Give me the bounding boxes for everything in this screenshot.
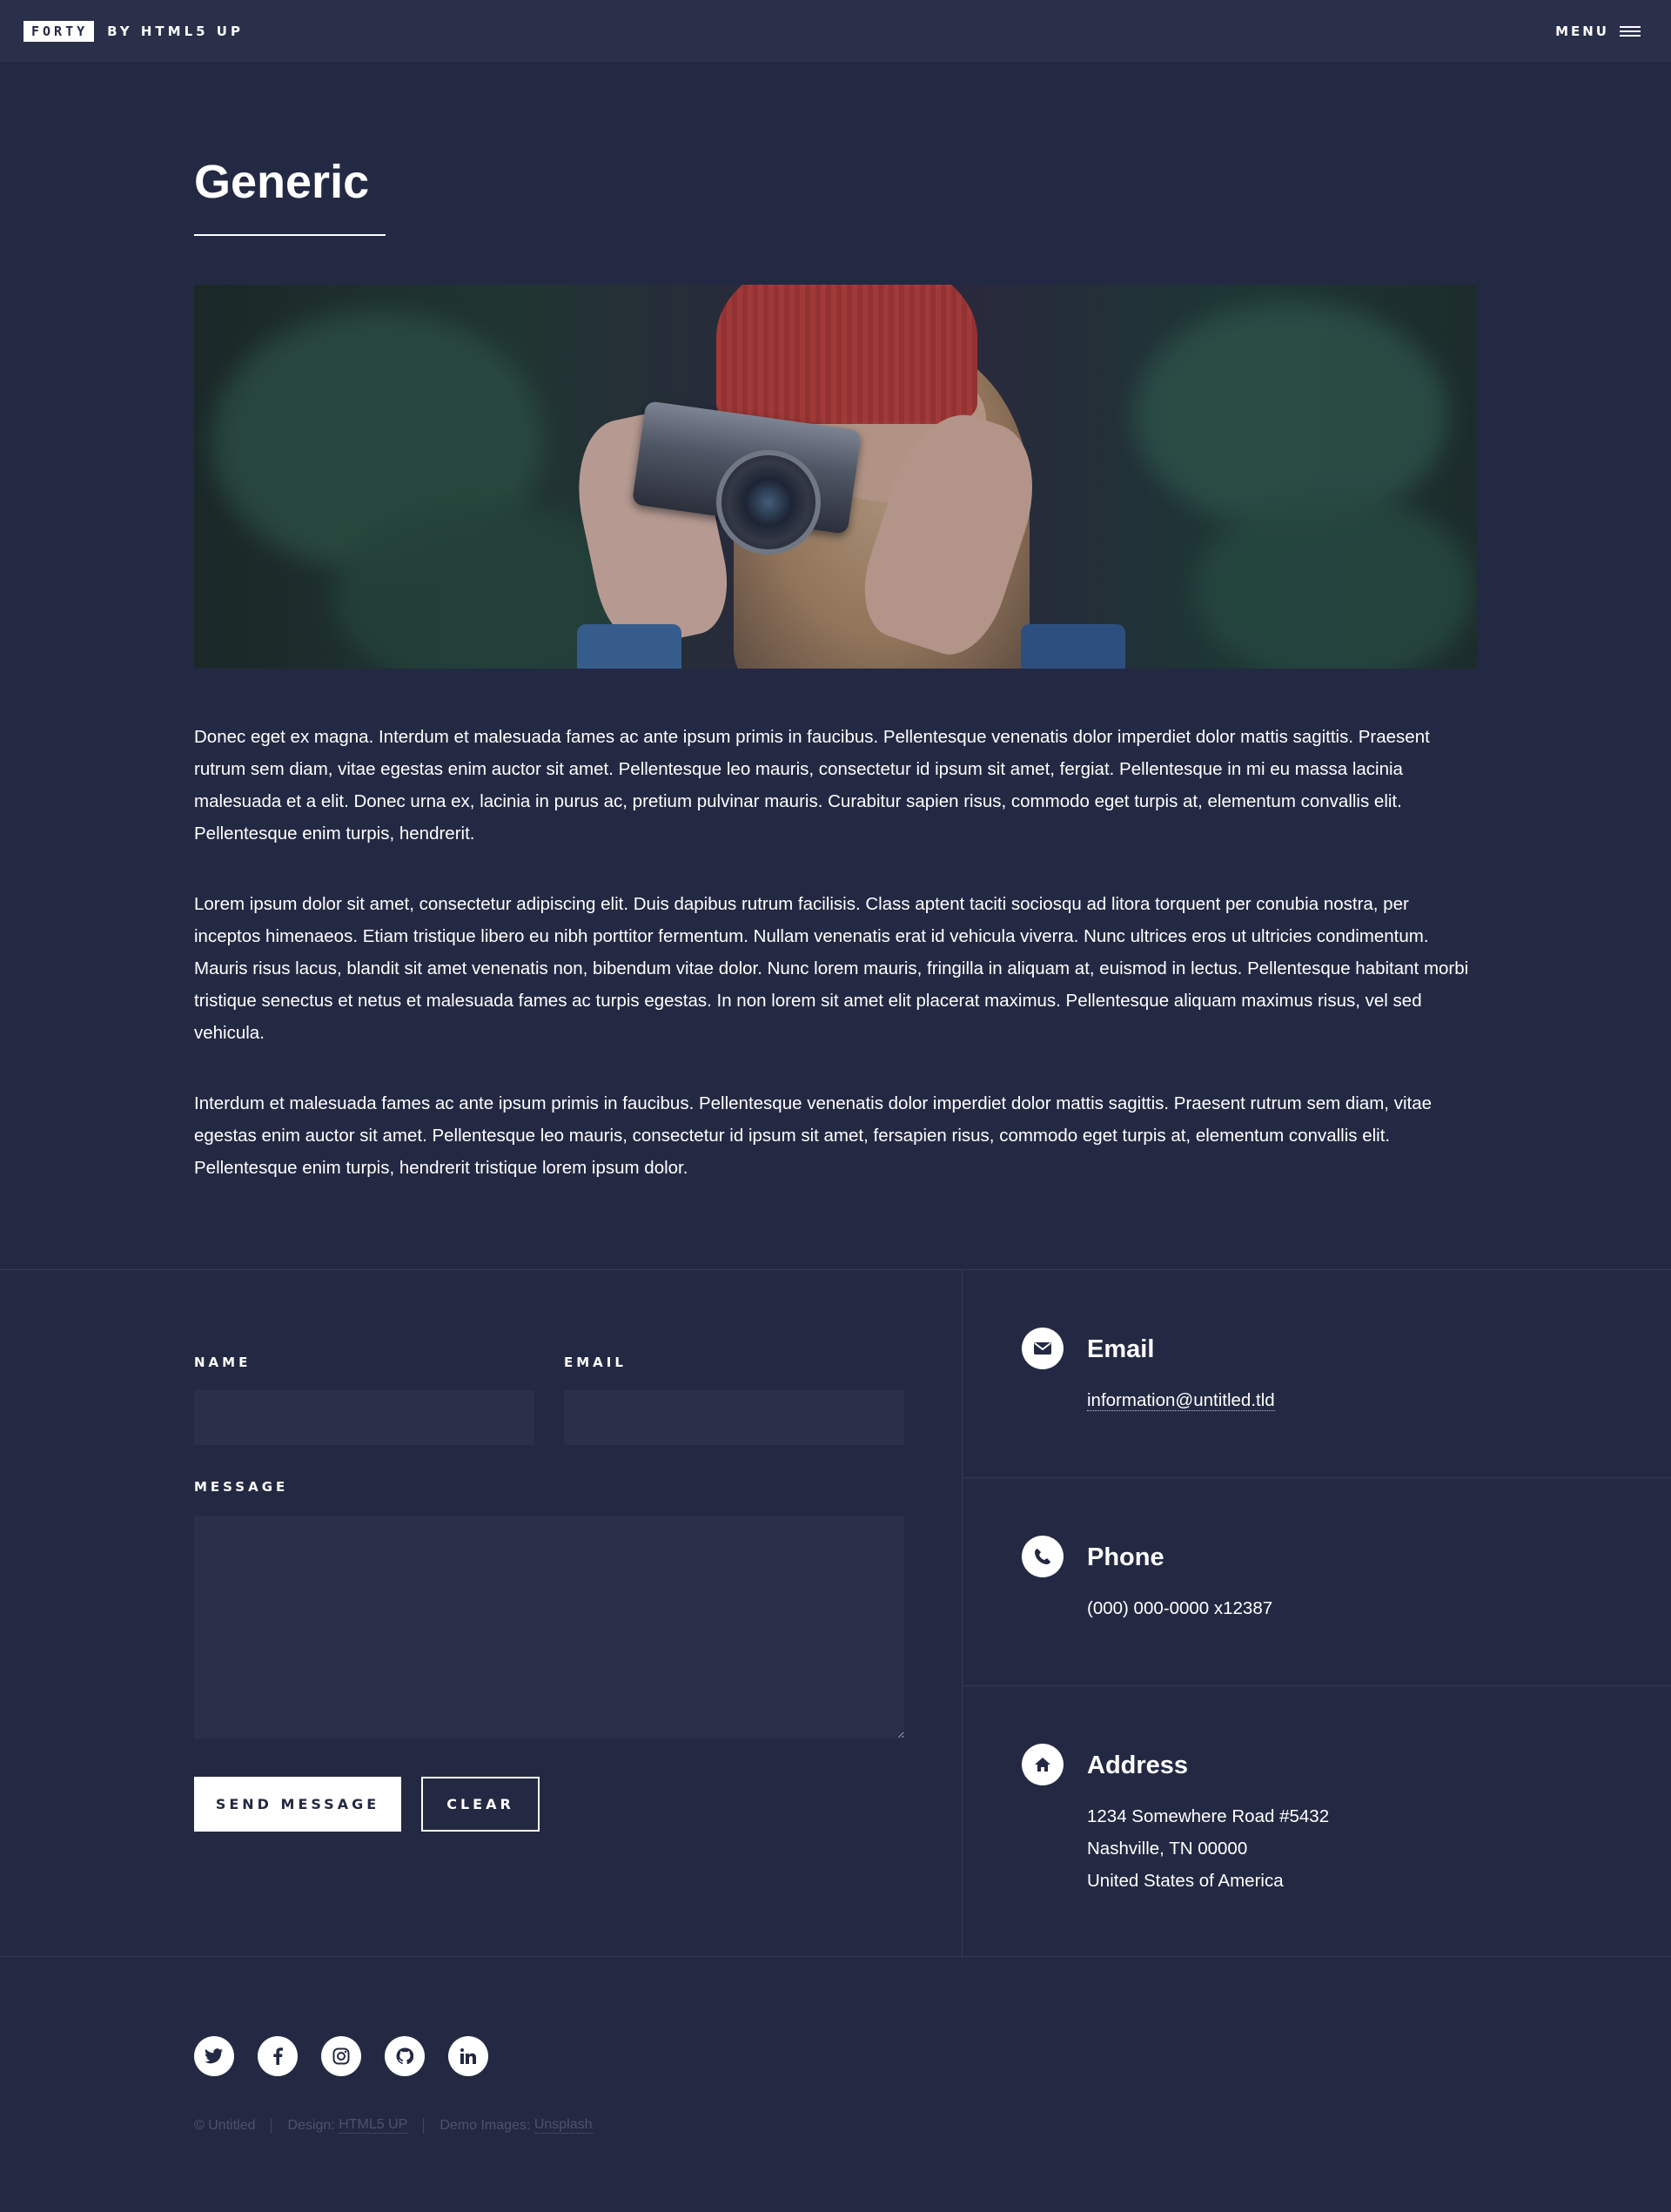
envelope-icon (1022, 1328, 1064, 1369)
design-link[interactable]: HTML5 UP (339, 2117, 408, 2134)
contact-info: Email information@untitled.tld Phone (00… (963, 1270, 1671, 1958)
article-body: Donec eget ex magna. Interdum et malesua… (194, 721, 1477, 1184)
send-message-button[interactable]: SEND MESSAGE (194, 1777, 401, 1832)
email-label: EMAIL (564, 1355, 627, 1370)
instagram-icon[interactable] (321, 2036, 361, 2076)
address-line-3: United States of America (1087, 1871, 1284, 1891)
clear-button[interactable]: CLEAR (421, 1777, 540, 1832)
address-heading: Address (1087, 1751, 1189, 1779)
site-header: FORTY BY HTML5 UP MENU (0, 0, 1671, 63)
copyright-divider (423, 2117, 425, 2134)
contact-section: NAME EMAIL MESSAGE SEND MESSAGE CLEAR Em… (0, 1269, 1671, 1958)
email-block: Email information@untitled.tld (963, 1270, 1671, 1478)
phone-heading: Phone (1087, 1543, 1164, 1571)
title-underline (194, 234, 386, 237)
logo-byline: BY HTML5 UP (107, 24, 244, 39)
contact-form: NAME EMAIL MESSAGE SEND MESSAGE CLEAR (194, 1270, 963, 1958)
design-label: Design: (287, 2117, 335, 2133)
images-link[interactable]: Unsplash (534, 2117, 593, 2134)
home-icon (1022, 1744, 1064, 1785)
email-value: information@untitled.tld (1087, 1384, 1275, 1416)
phone-block: Phone (000) 000-0000 x12387 (963, 1478, 1671, 1686)
twitter-icon[interactable] (194, 2036, 234, 2076)
menu-label: MENU (1555, 24, 1609, 39)
name-label: NAME (194, 1355, 252, 1370)
address-value: 1234 Somewhere Road #5432 Nashville, TN … (1087, 1800, 1329, 1897)
email-link[interactable]: information@untitled.tld (1087, 1390, 1275, 1411)
name-field[interactable] (194, 1390, 534, 1445)
site-logo[interactable]: FORTY BY HTML5 UP (23, 21, 244, 42)
message-field[interactable] (194, 1516, 904, 1738)
menu-button[interactable]: MENU (1555, 24, 1641, 39)
banner-image (194, 285, 1477, 669)
logo-box-text: FORTY (23, 21, 95, 42)
main-content: Generic Donec eget ex magna. Interdum et… (194, 63, 1477, 1222)
phone-value: (000) 000-0000 x12387 (1087, 1598, 1273, 1618)
copyright-bar: © Untitled Design: HTML5 UP Demo Images:… (194, 2117, 593, 2134)
images-label: Demo Images: (440, 2117, 531, 2133)
page-title: Generic (194, 156, 370, 208)
social-links (194, 2036, 488, 2076)
paragraph-3: Interdum et malesuada fames ac ante ipsu… (194, 1093, 1432, 1179)
address-line-1: 1234 Somewhere Road #5432 (1087, 1806, 1330, 1826)
site-footer: © Untitled Design: HTML5 UP Demo Images:… (194, 1957, 1477, 2212)
github-icon[interactable] (385, 2036, 425, 2076)
email-field[interactable] (564, 1390, 904, 1445)
facebook-icon[interactable] (258, 2036, 298, 2076)
paragraph-2: Lorem ipsum dolor sit amet, consectetur … (194, 894, 1469, 1044)
linkedin-icon[interactable] (448, 2036, 488, 2076)
copyright-divider (271, 2117, 272, 2134)
phone-icon (1022, 1536, 1064, 1577)
address-line-2: Nashville, TN 00000 (1087, 1839, 1248, 1859)
email-heading: Email (1087, 1335, 1155, 1363)
paragraph-1: Donec eget ex magna. Interdum et malesua… (194, 727, 1430, 844)
hamburger-icon (1620, 26, 1641, 37)
message-label: MESSAGE (194, 1479, 289, 1495)
address-block: Address 1234 Somewhere Road #5432 Nashvi… (963, 1686, 1671, 1958)
copyright-text: © Untitled (194, 2117, 256, 2133)
